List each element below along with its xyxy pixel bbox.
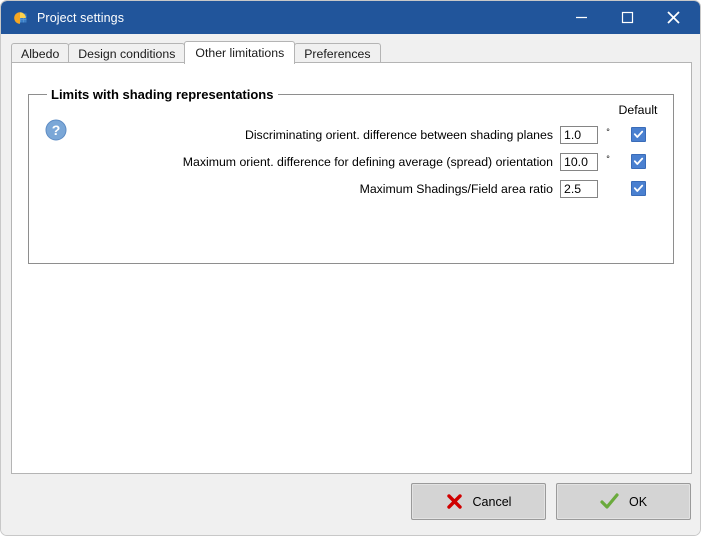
tab-label: Other limitations — [195, 46, 285, 60]
title-bar: Project settings — [1, 1, 700, 34]
default-checkbox-maximum-orient[interactable] — [630, 154, 646, 169]
tab-label: Design conditions — [78, 46, 176, 61]
footer-buttons: Cancel OK — [411, 483, 691, 520]
close-button[interactable] — [650, 1, 700, 34]
row-maximum-orient-difference: Maximum orient. difference for defining … — [29, 148, 673, 175]
tab-albedo[interactable]: Albedo — [11, 43, 70, 63]
row-maximum-shadings-field-area-ratio: Maximum Shadings/Field area ratio — [29, 175, 673, 202]
maximize-button[interactable] — [604, 1, 650, 34]
default-column-header: Default — [618, 103, 658, 117]
tab-preferences[interactable]: Preferences — [294, 43, 381, 63]
project-settings-window: Project settings Albedo Design condition… — [0, 0, 701, 536]
window-title: Project settings — [37, 10, 125, 25]
tab-design-conditions[interactable]: Design conditions — [68, 43, 186, 63]
row-label: Discriminating orient. difference betwee… — [244, 127, 553, 142]
ok-button-label: OK — [628, 494, 648, 509]
green-check-icon — [600, 493, 619, 510]
tab-label: Albedo — [21, 46, 60, 61]
cancel-button[interactable]: Cancel — [411, 483, 546, 520]
row-label: Maximum orient. difference for defining … — [182, 154, 553, 169]
dialog-footer: Cancel OK — [1, 475, 700, 535]
window-controls — [558, 1, 700, 34]
limits-group-box: Limits with shading representations ? De… — [28, 87, 674, 264]
maximum-orient-difference-input[interactable] — [560, 152, 598, 171]
row-label: Maximum Shadings/Field area ratio — [359, 181, 553, 196]
red-x-icon — [446, 493, 463, 510]
degree-unit-label: ° — [606, 126, 610, 137]
group-box-title: Limits with shading representations — [47, 87, 279, 102]
tab-other-limitations[interactable]: Other limitations — [184, 41, 296, 64]
app-icon — [12, 10, 28, 26]
row-discriminating-orient-difference: Discriminating orient. difference betwee… — [29, 121, 673, 148]
tab-bar: Albedo Design conditions Other limitatio… — [11, 41, 692, 64]
default-checkbox-discriminating-orient[interactable] — [630, 127, 646, 142]
degree-unit-label: ° — [606, 153, 610, 164]
minimize-button[interactable] — [558, 1, 604, 34]
maximum-shadings-field-area-ratio-input[interactable] — [560, 179, 598, 198]
default-checkbox-cell — [615, 154, 661, 169]
tab-page-other-limitations: Limits with shading representations ? De… — [11, 62, 692, 474]
default-checkbox-shadings-ratio[interactable] — [630, 181, 646, 196]
default-checkbox-cell — [615, 181, 661, 196]
limits-rows: Discriminating orient. difference betwee… — [29, 121, 673, 202]
default-checkbox-cell — [615, 127, 661, 142]
ok-button[interactable]: OK — [556, 483, 691, 520]
cancel-button-label: Cancel — [472, 494, 512, 509]
tab-label: Preferences — [304, 46, 371, 61]
discriminating-orient-difference-input[interactable] — [560, 125, 598, 144]
